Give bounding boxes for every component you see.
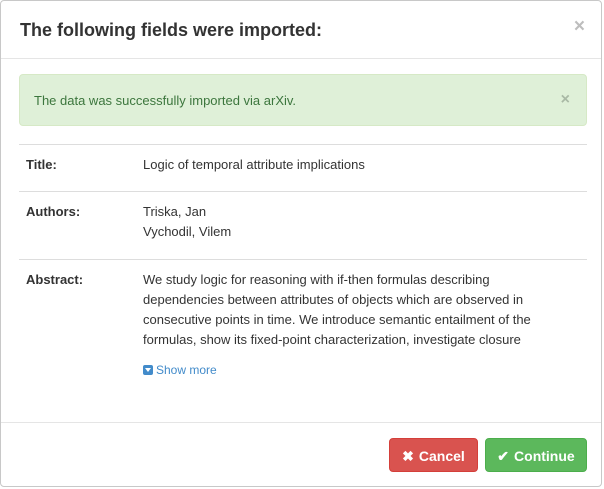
cancel-button[interactable]: ✖ Cancel	[389, 438, 478, 472]
field-value-title: Logic of temporal attribute implications	[143, 157, 365, 172]
check-icon: ✔	[497, 448, 510, 464]
cross-icon: ✖	[402, 448, 414, 464]
close-icon[interactable]: ×	[574, 17, 585, 37]
field-value-authors: Triska, Jan Vychodil, Vilem	[143, 202, 573, 242]
field-row-abstract: Abstract: We study logic for reasoning w…	[19, 259, 587, 419]
continue-button[interactable]: ✔ Continue	[485, 438, 587, 472]
dialog-title: The following fields were imported:	[20, 20, 323, 40]
field-value-abstract: We study logic for reasoning with if-the…	[143, 270, 573, 381]
show-more-link[interactable]: Show more	[143, 362, 217, 378]
author-name: Triska, Jan	[143, 204, 207, 219]
imported-fields-table: Title: Logic of temporal attribute impli…	[19, 144, 587, 419]
caret-down-square-icon	[143, 365, 153, 375]
field-label-title: Title:	[26, 157, 57, 172]
field-label-authors: Authors:	[26, 204, 81, 219]
field-label-abstract: Abstract:	[26, 272, 84, 287]
import-dialog: The following fields were imported: × Th…	[0, 0, 602, 487]
field-row-authors: Authors: Triska, Jan Vychodil, Vilem	[19, 191, 587, 259]
alert-close-icon[interactable]: ×	[561, 92, 570, 108]
continue-label: Continue	[514, 448, 575, 464]
dialog-header: The following fields were imported: ×	[1, 1, 601, 59]
author-name: Vychodil, Vilem	[143, 224, 232, 239]
success-alert: The data was successfully imported via a…	[19, 74, 587, 126]
abstract-text: We study logic for reasoning with if-the…	[143, 272, 531, 347]
alert-message: The data was successfully imported via a…	[34, 93, 297, 108]
field-row-title: Title: Logic of temporal attribute impli…	[19, 144, 587, 191]
cancel-label: Cancel	[418, 448, 465, 464]
dialog-footer: ✖ Cancel ✔ Continue	[1, 422, 601, 488]
show-more-label: Show more	[156, 363, 217, 377]
